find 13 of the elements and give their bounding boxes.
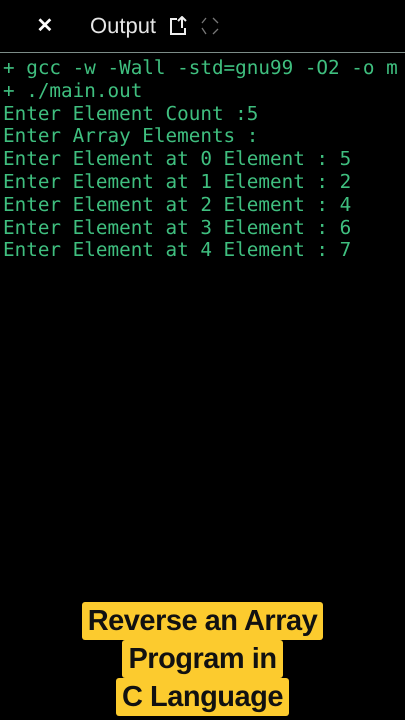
console-line: Enter Element at 3 Element : 6 — [3, 216, 352, 240]
loading-icon — [200, 16, 220, 36]
console-line: Enter Element Count :5 — [3, 102, 260, 126]
console-line: Enter Element at 4 Element : 7 — [3, 239, 352, 262]
console-line: Enter Element at 0 Element : 5 — [3, 148, 352, 171]
console-line: Enter Element at 2 Element : 4 — [3, 194, 352, 217]
close-button[interactable]: ✕ — [34, 15, 56, 37]
console-line: + gcc -w -Wall -std=gnu99 -O2 -o m — [3, 57, 399, 80]
console-line: Enter Element at 1 Element : 2 — [3, 170, 352, 194]
console-line: + ./main.out — [3, 80, 144, 103]
console-line: Enter Array Elements : — [3, 125, 260, 148]
share-icon[interactable] — [168, 16, 188, 36]
window-title: Output — [90, 13, 156, 39]
